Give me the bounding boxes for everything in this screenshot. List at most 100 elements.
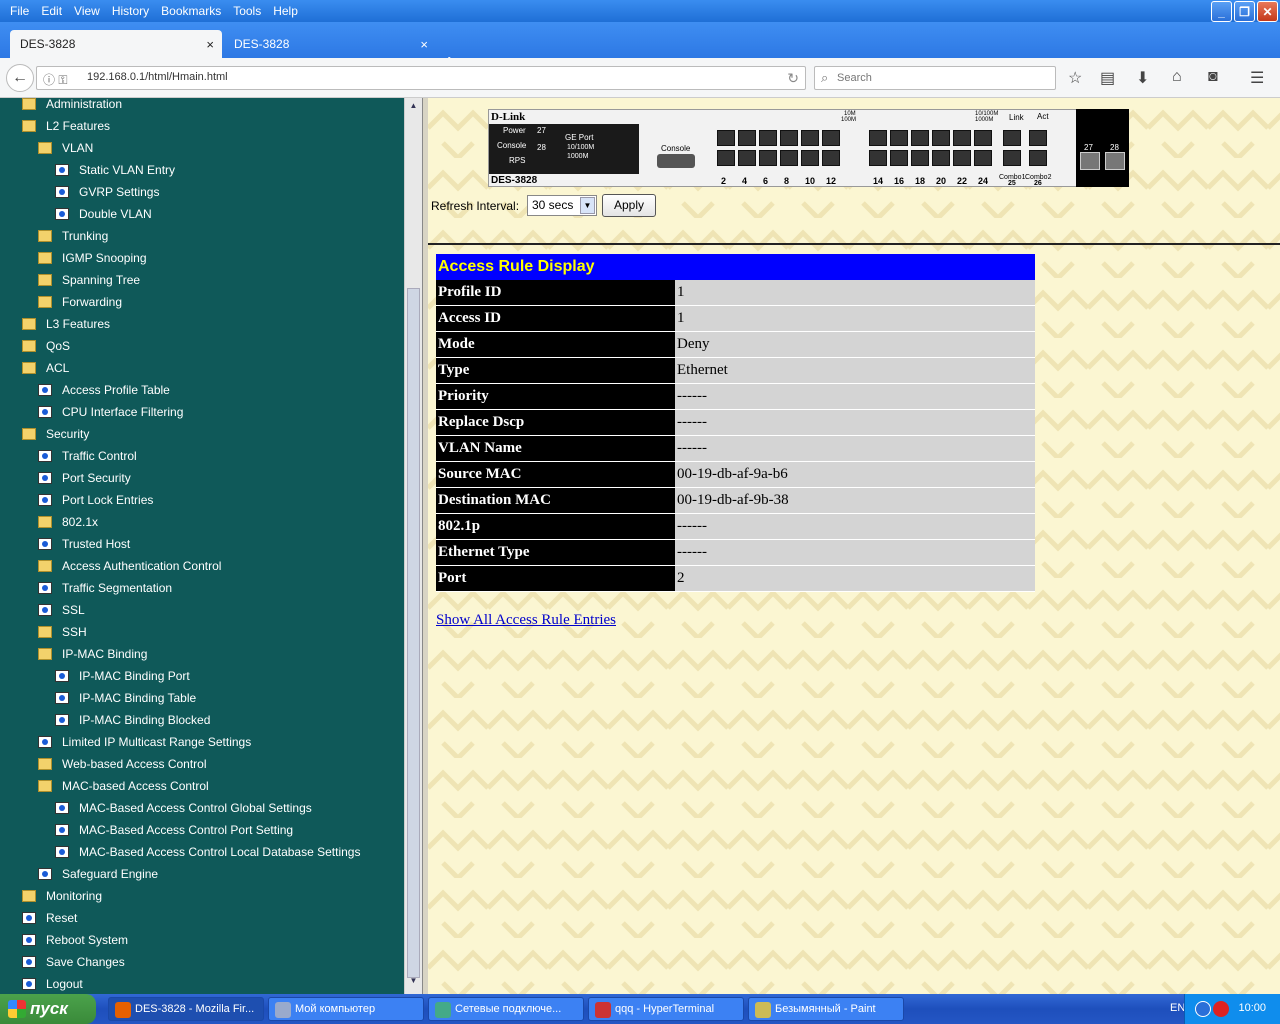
tab-des3828[interactable]: DES-3828 × [224, 30, 436, 58]
ethernet-port[interactable] [932, 150, 950, 166]
ethernet-port[interactable] [780, 130, 798, 146]
switch-front-panel[interactable]: D-Link xStack Power 27 Console 28 RPS GE… [488, 109, 1129, 187]
tab-des3828-active[interactable]: DES-3828 × [10, 30, 222, 58]
task-paint[interactable]: Безымянный - Paint [748, 997, 904, 1021]
apply-button[interactable]: Apply [602, 194, 656, 217]
reload-icon[interactable]: ↻ [787, 70, 799, 87]
sidebar-item-limited-ip-multicast-range-settings[interactable]: Limited IP Multicast Range Settings [38, 731, 251, 753]
ethernet-port[interactable] [953, 130, 971, 146]
sidebar-item-safeguard-engine[interactable]: Safeguard Engine [38, 863, 158, 885]
ethernet-port[interactable] [738, 130, 756, 146]
ethernet-port[interactable] [974, 150, 992, 166]
ethernet-port[interactable] [932, 130, 950, 146]
sidebar-item-access-profile-table[interactable]: Access Profile Table [38, 379, 170, 401]
sidebar-item-l2-features[interactable]: L2 Features [22, 115, 110, 137]
sidebar-item-mac-based-access-control-local-database-settings[interactable]: MAC-Based Access Control Local Database … [55, 841, 360, 863]
sfp-port-27[interactable] [1080, 152, 1100, 170]
sidebar-item-spanning-tree[interactable]: Spanning Tree [38, 269, 140, 291]
tab-close-icon[interactable]: × [420, 37, 428, 52]
minimize-button[interactable]: _ [1211, 1, 1232, 22]
refresh-interval-select[interactable]: 30 secs ▼ [527, 195, 597, 216]
task-hyperterminal[interactable]: qqq - HyperTerminal [588, 997, 744, 1021]
sidebar-item-qos[interactable]: QoS [22, 335, 70, 357]
sidebar-item-reboot-system[interactable]: Reboot System [22, 929, 128, 951]
tray-arrow-icon[interactable] [1195, 1001, 1211, 1017]
sidebar-item-logout[interactable]: Logout [22, 973, 83, 994]
sidebar-item-security[interactable]: Security [22, 423, 89, 445]
ethernet-port[interactable] [717, 150, 735, 166]
sidebar-item-802-1x[interactable]: 802.1x [38, 511, 98, 533]
sidebar-item-ssh[interactable]: SSH [38, 621, 87, 643]
task-network[interactable]: Сетевые подключе... [428, 997, 584, 1021]
sidebar-item-port-lock-entries[interactable]: Port Lock Entries [38, 489, 153, 511]
pocket-icon[interactable]: ◙ [1208, 68, 1218, 86]
start-button[interactable]: пуск [0, 994, 96, 1024]
downloads-icon[interactable]: ⬇ [1136, 68, 1149, 88]
ethernet-port[interactable] [759, 130, 777, 146]
combo-port[interactable] [1003, 150, 1021, 166]
sidebar-item-l3-features[interactable]: L3 Features [22, 313, 110, 335]
sidebar-item-trusted-host[interactable]: Trusted Host [38, 533, 130, 555]
sidebar-item-mac-based-access-control-global-settings[interactable]: MAC-Based Access Control Global Settings [55, 797, 312, 819]
sidebar-item-mac-based-access-control[interactable]: MAC-based Access Control [38, 775, 209, 797]
ethernet-port[interactable] [953, 150, 971, 166]
home-icon[interactable]: ⌂ [1172, 68, 1182, 86]
sidebar-item-ip-mac-binding-port[interactable]: IP-MAC Binding Port [55, 665, 190, 687]
hamburger-menu-icon[interactable]: ☰ [1250, 68, 1264, 88]
menu-history[interactable]: History [106, 4, 155, 18]
menu-help[interactable]: Help [267, 4, 304, 18]
sidebar-item-mac-based-access-control-port-setting[interactable]: MAC-Based Access Control Port Setting [55, 819, 293, 841]
close-window-button[interactable]: ✕ [1257, 1, 1278, 22]
sidebar-item-cpu-interface-filtering[interactable]: CPU Interface Filtering [38, 401, 183, 423]
sidebar-item-vlan[interactable]: VLAN [38, 137, 93, 159]
sidebar-item-ssl[interactable]: SSL [38, 599, 85, 621]
sidebar-item-ip-mac-binding[interactable]: IP-MAC Binding [38, 643, 147, 665]
ethernet-port[interactable] [890, 150, 908, 166]
sidebar-item-trunking[interactable]: Trunking [38, 225, 108, 247]
language-indicator[interactable]: EN [1170, 1002, 1185, 1014]
sidebar-item-static-vlan-entry[interactable]: Static VLAN Entry [55, 159, 175, 181]
ethernet-port[interactable] [759, 150, 777, 166]
bookmark-star-icon[interactable]: ☆ [1068, 68, 1082, 88]
scroll-down-arrow[interactable]: ▼ [407, 976, 420, 990]
sidebar-item-access-authentication-control[interactable]: Access Authentication Control [38, 555, 221, 577]
ethernet-port[interactable] [801, 130, 819, 146]
sidebar-item-save-changes[interactable]: Save Changes [22, 951, 125, 973]
menu-bookmarks[interactable]: Bookmarks [155, 4, 227, 18]
sidebar-item-reset[interactable]: Reset [22, 907, 77, 929]
info-icon[interactable]: ⓘ ⚿ [43, 71, 67, 88]
ethernet-port[interactable] [717, 130, 735, 146]
menu-view[interactable]: View [68, 4, 106, 18]
address-bar[interactable]: ⓘ ⚿ 192.168.0.1/html/Hmain.html ↻ [36, 66, 806, 90]
ethernet-port[interactable] [974, 130, 992, 146]
ethernet-port[interactable] [822, 150, 840, 166]
combo-port[interactable] [1029, 130, 1047, 146]
sidebar-item-web-based-access-control[interactable]: Web-based Access Control [38, 753, 207, 775]
scroll-up-arrow[interactable]: ▲ [407, 101, 420, 115]
back-button[interactable]: ← [6, 64, 34, 92]
menu-edit[interactable]: Edit [35, 4, 68, 18]
sidebar-item-monitoring[interactable]: Monitoring [22, 885, 102, 907]
task-my-computer[interactable]: Мой компьютер [268, 997, 424, 1021]
search-input[interactable]: ⌕ Search [814, 66, 1056, 90]
ethernet-port[interactable] [780, 150, 798, 166]
sidebar-scrollbar[interactable]: ▲ ▼ [404, 98, 422, 994]
scrollbar-thumb[interactable] [407, 288, 420, 978]
combo-port[interactable] [1003, 130, 1021, 146]
sidebar-item-ip-mac-binding-blocked[interactable]: IP-MAC Binding Blocked [55, 709, 210, 731]
sidebar-item-forwarding[interactable]: Forwarding [38, 291, 122, 313]
ethernet-port[interactable] [801, 150, 819, 166]
antivirus-icon[interactable] [1213, 1001, 1229, 1017]
task-firefox[interactable]: DES-3828 - Mozilla Fir... [108, 997, 264, 1021]
sidebar-item-traffic-control[interactable]: Traffic Control [38, 445, 137, 467]
maximize-button[interactable]: ❐ [1234, 1, 1255, 22]
sidebar-item-ip-mac-binding-table[interactable]: IP-MAC Binding Table [55, 687, 196, 709]
tab-close-icon[interactable]: × [206, 37, 214, 52]
sidebar-item-double-vlan[interactable]: Double VLAN [55, 203, 152, 225]
sidebar-item-gvrp-settings[interactable]: GVRP Settings [55, 181, 159, 203]
ethernet-port[interactable] [911, 150, 929, 166]
menu-file[interactable]: File [4, 4, 35, 18]
ethernet-port[interactable] [911, 130, 929, 146]
sfp-port-28[interactable] [1105, 152, 1125, 170]
ethernet-port[interactable] [869, 130, 887, 146]
